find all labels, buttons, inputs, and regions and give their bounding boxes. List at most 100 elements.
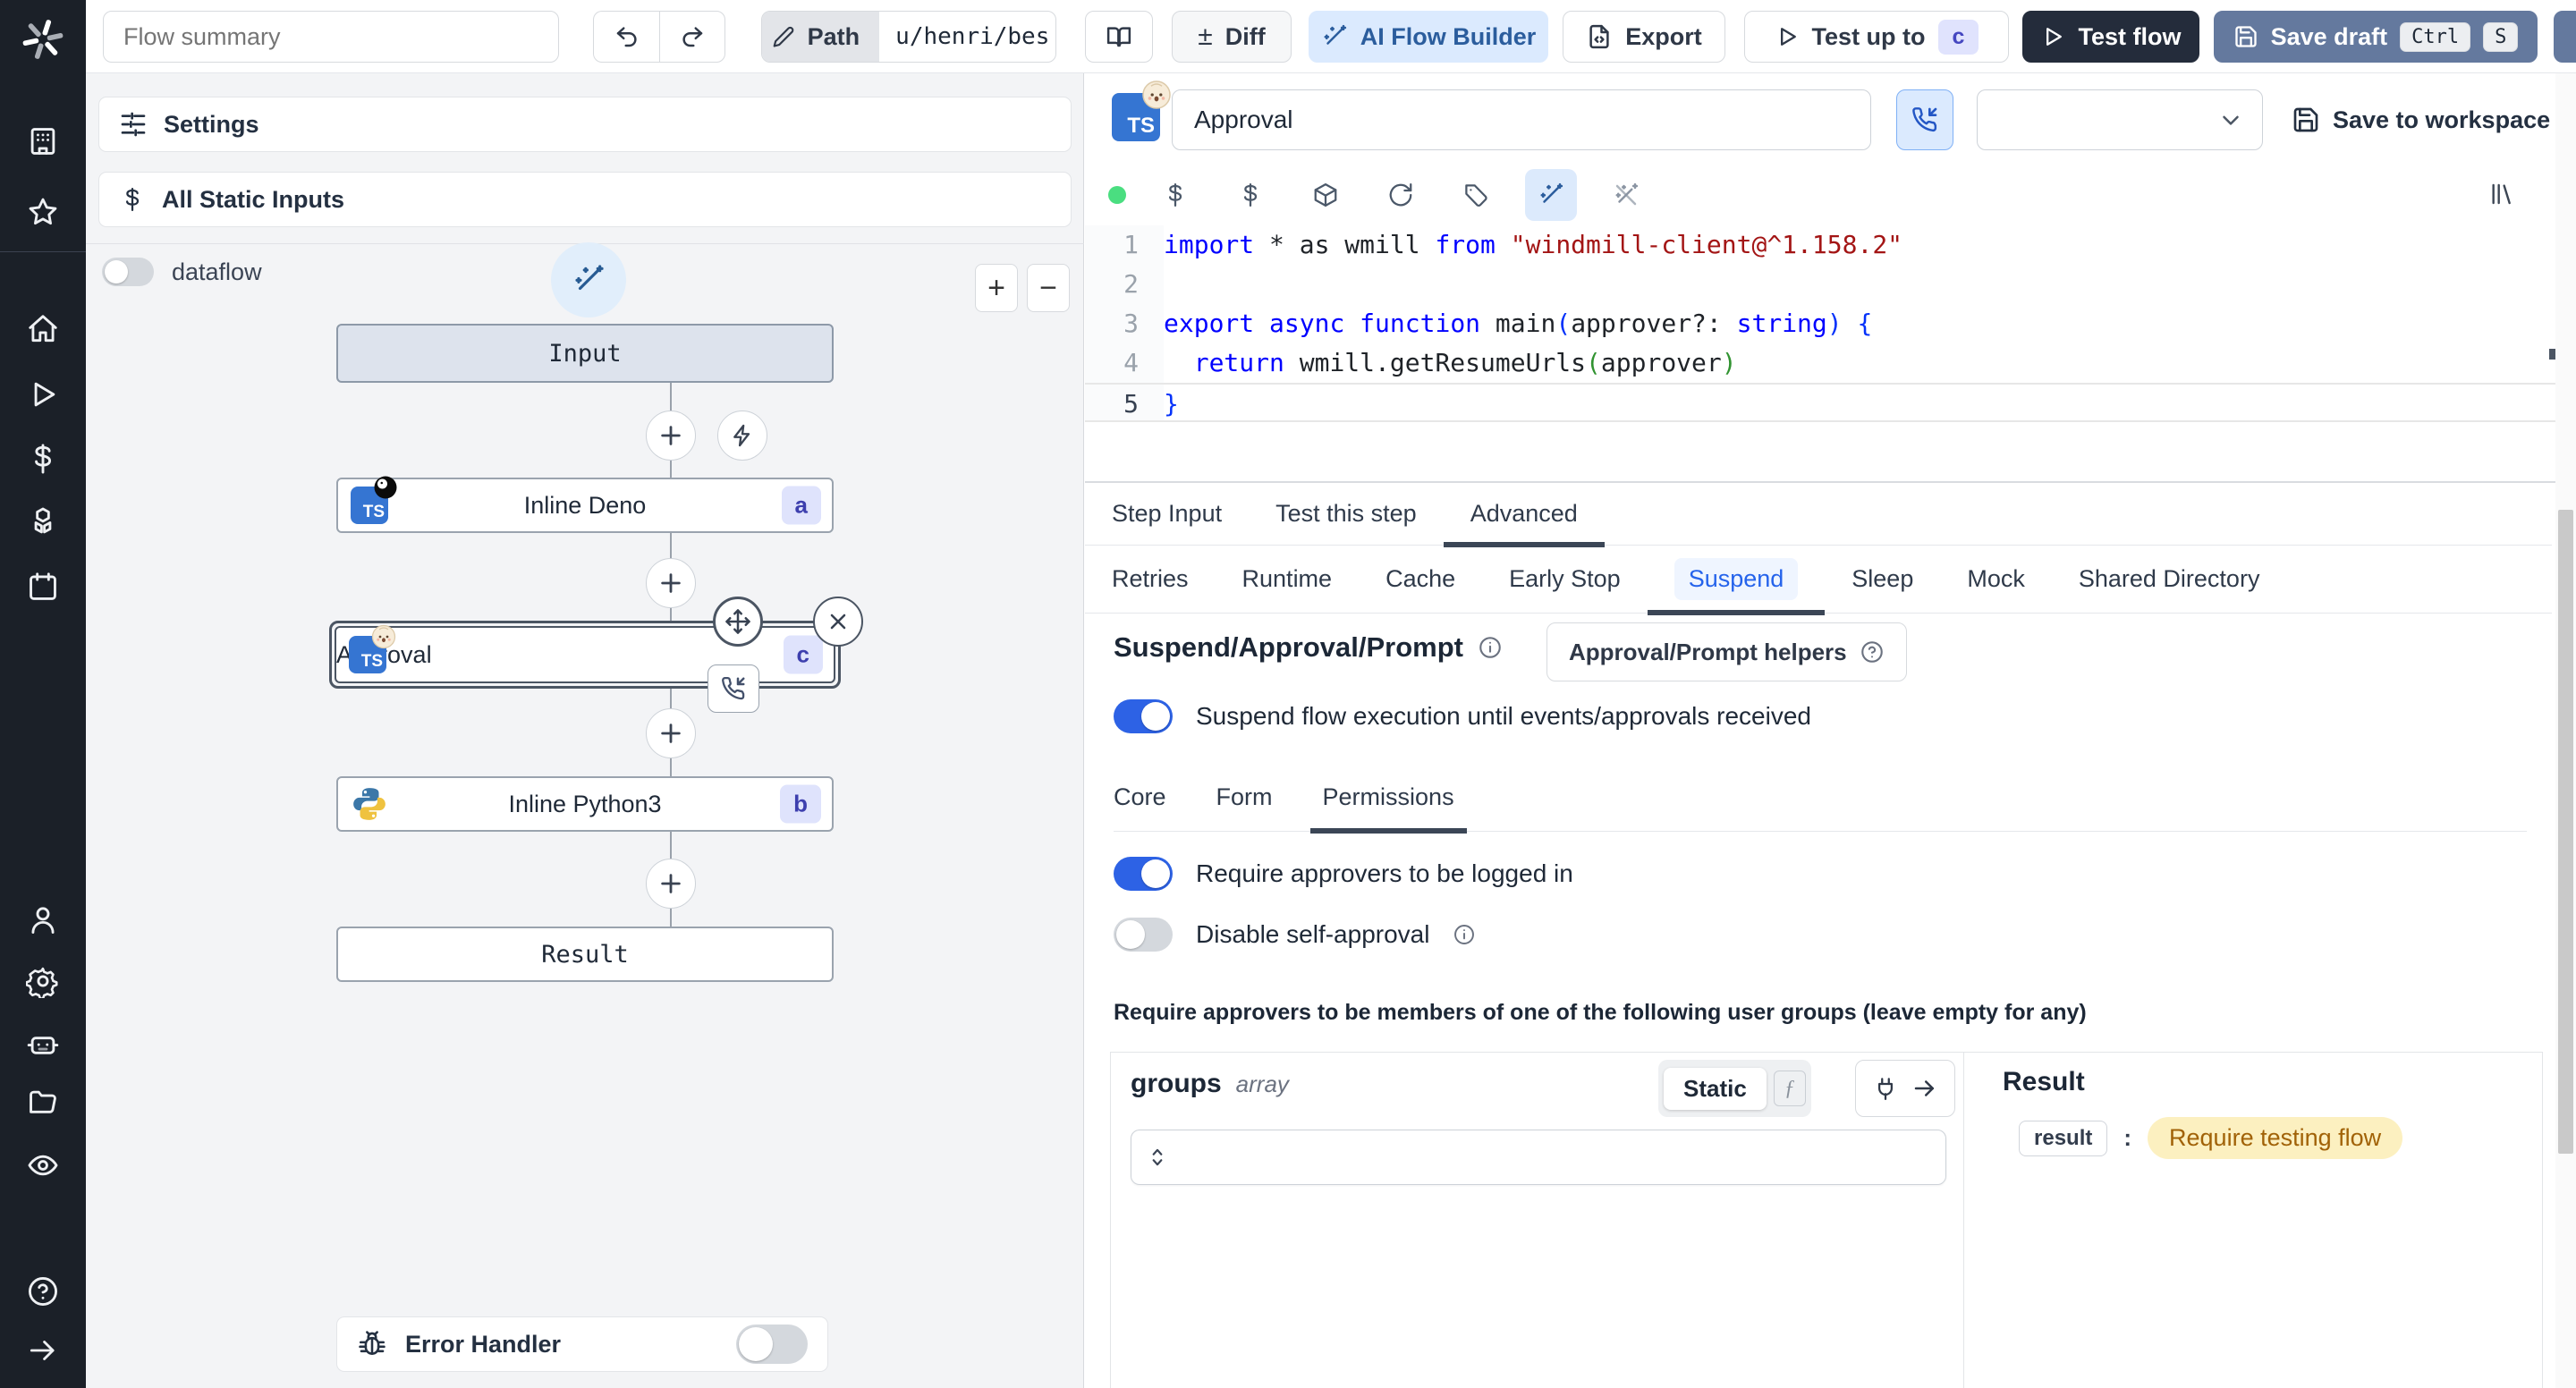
tab-runtime[interactable]: Runtime (1216, 546, 1360, 613)
assistant-dollar-button[interactable] (1149, 169, 1201, 221)
code-line[interactable]: 2 (1085, 265, 2576, 304)
tab-test-this-step[interactable]: Test this step (1249, 483, 1444, 545)
code-line[interactable]: 4 return wmill.getResumeUrls(approver) (1085, 343, 2576, 383)
flow-node-result[interactable]: Result (336, 927, 834, 982)
flow-settings-row[interactable]: Settings (98, 97, 1072, 152)
tab-early-stop[interactable]: Early Stop (1482, 546, 1648, 613)
workspace-icon[interactable] (26, 124, 60, 158)
save-icon (2293, 107, 2318, 132)
bao-emoji-icon (371, 624, 396, 649)
redo-button[interactable] (659, 11, 725, 63)
zoom-in-button[interactable]: + (975, 264, 1018, 312)
package-button[interactable] (1300, 169, 1352, 221)
undo-button[interactable] (593, 11, 659, 63)
favorites-star-icon[interactable] (26, 195, 60, 229)
settings-gear-icon[interactable] (26, 964, 60, 998)
variables-dollar-icon[interactable] (26, 442, 60, 476)
result-key-chip[interactable]: result (2019, 1120, 2108, 1156)
tab-cache[interactable]: Cache (1359, 546, 1482, 613)
tab-advanced[interactable]: Advanced (1443, 483, 1605, 547)
tag-button[interactable] (1450, 169, 1502, 221)
dataflow-toggle[interactable] (102, 258, 154, 286)
expand-sidebar-arrow-icon[interactable] (26, 1333, 60, 1367)
export-button[interactable]: Export (1563, 11, 1725, 63)
javascript-mode-button[interactable]: ƒ (1773, 1071, 1806, 1106)
resources-cubes-icon[interactable] (26, 505, 60, 539)
suspend-phone-button[interactable] (1896, 89, 1953, 150)
flow-node-inline-deno[interactable]: TS Inline Deno a (336, 476, 834, 533)
delete-step-button[interactable] (813, 597, 863, 647)
approval-suspend-indicator[interactable] (708, 664, 759, 713)
add-step-button-3[interactable] (646, 708, 696, 758)
result-colon: : (2123, 1124, 2132, 1151)
deno-icon (374, 476, 397, 499)
tab-sleep[interactable]: Sleep (1825, 546, 1940, 613)
ai-fix-button[interactable] (1600, 169, 1652, 221)
save-to-workspace-button[interactable]: Save to workspace (2292, 89, 2550, 150)
tab-step-input[interactable]: Step Input (1085, 483, 1249, 545)
subtab-form[interactable]: Form (1191, 764, 1298, 831)
error-handler-toggle[interactable] (736, 1325, 808, 1364)
path-button[interactable]: Path u/henri/bes (761, 11, 1056, 63)
all-static-inputs-row[interactable]: All Static Inputs (98, 172, 1072, 227)
move-step-handle[interactable] (713, 597, 763, 647)
docs-button[interactable] (1085, 11, 1153, 63)
script-tag-select[interactable] (1977, 89, 2263, 150)
variables-dollar-button[interactable] (1224, 169, 1276, 221)
require-login-row: Require approvers to be logged in (1114, 857, 1573, 891)
tab-mock[interactable]: Mock (1940, 546, 2052, 613)
flow-node-input[interactable]: Input (336, 324, 834, 383)
subtab-permissions[interactable]: Permissions (1298, 764, 1479, 834)
folders-icon[interactable] (26, 1086, 60, 1120)
diff-button[interactable]: ± Diff (1172, 11, 1292, 63)
schedules-calendar-icon[interactable] (26, 570, 60, 604)
sidebar-divider (0, 251, 86, 252)
add-step-button-1[interactable] (646, 410, 696, 461)
groups-value-input[interactable] (1131, 1130, 1946, 1185)
require-login-toggle[interactable] (1114, 857, 1173, 891)
help-icon[interactable] (26, 1274, 60, 1308)
approval-prompt-helpers-button[interactable]: Approval/Prompt helpers (1546, 622, 1907, 681)
code-line[interactable]: 5} (1085, 383, 2576, 422)
runs-play-icon[interactable] (26, 377, 60, 411)
ai-flow-builder-button[interactable]: AI Flow Builder (1309, 11, 1548, 63)
error-handler-row[interactable]: Error Handler (336, 1316, 828, 1372)
save-draft-button[interactable]: Save draft Ctrl S (2214, 11, 2538, 63)
tab-shared-directory[interactable]: Shared Directory (2052, 546, 2287, 613)
code-editor[interactable]: 1 import * as wmill from "windmill-client… (1085, 225, 2576, 481)
windmill-logo-icon[interactable] (20, 16, 66, 63)
code-line[interactable]: 1 import * as wmill from "windmill-client… (1085, 225, 2576, 265)
app-sidebar (0, 0, 86, 1388)
diff-label: Diff (1224, 22, 1266, 50)
subtab-core[interactable]: Core (1114, 764, 1191, 831)
flow-node-inline-python[interactable]: Inline Python3 b (336, 776, 834, 832)
reload-button[interactable] (1375, 169, 1427, 221)
input-mode-segmented: Static ƒ (1658, 1060, 1811, 1117)
users-person-icon[interactable] (26, 903, 60, 937)
test-up-to-button[interactable]: Test up to c (1744, 11, 2009, 63)
graph-ai-button[interactable] (551, 242, 626, 317)
audit-eye-icon[interactable] (26, 1148, 60, 1182)
add-step-button-2[interactable] (646, 558, 696, 608)
ai-gen-button[interactable] (1525, 169, 1577, 221)
connect-input-buttons[interactable] (1855, 1060, 1955, 1117)
tab-suspend[interactable]: Suspend (1647, 546, 1826, 615)
zoom-out-button[interactable]: − (1027, 264, 1070, 312)
tab-retries[interactable]: Retries (1085, 546, 1216, 613)
step-name-input[interactable] (1172, 89, 1871, 150)
static-mode-button[interactable]: Static (1664, 1067, 1767, 1110)
deploy-button-partial[interactable] (2554, 11, 2576, 63)
flow-node-approval[interactable]: TS Approval c (335, 624, 835, 683)
add-step-button-4[interactable] (646, 859, 696, 909)
script-library-icon[interactable] (2476, 168, 2528, 220)
scrollbar-thumb[interactable] (2558, 510, 2573, 1154)
flow-summary-input[interactable] (103, 11, 559, 63)
workers-robot-icon[interactable] (26, 1027, 60, 1061)
test-flow-button[interactable]: Test flow (2022, 11, 2199, 63)
add-trigger-button[interactable] (717, 410, 767, 461)
home-icon[interactable] (26, 312, 60, 346)
disable-self-approval-toggle[interactable] (1114, 918, 1173, 952)
step-tabs: Step Input Test this step Advanced (1085, 483, 2552, 547)
suspend-execution-toggle[interactable] (1114, 699, 1173, 733)
code-line[interactable]: 3 export async function main(approver?: s… (1085, 304, 2576, 343)
